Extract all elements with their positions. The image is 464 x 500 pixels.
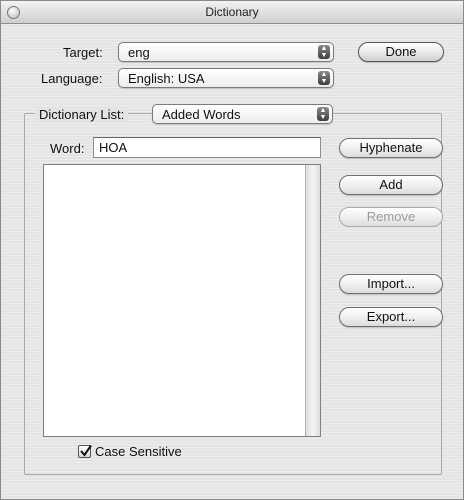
target-value: eng [128,45,150,60]
word-label: Word: [50,141,85,156]
export-button[interactable]: Export... [339,307,443,327]
popup-arrows-icon: ▲ ▼ [318,71,330,85]
done-button[interactable]: Done [358,42,444,62]
word-value: HOA [99,140,128,155]
dictionary-list-label: Dictionary List: [35,107,129,122]
remove-button[interactable]: Remove [339,207,443,227]
import-button[interactable]: Import... [339,274,443,294]
add-button[interactable]: Add [339,175,443,195]
dictionary-list-popup[interactable]: Added Words ▲ ▼ [152,104,333,124]
case-sensitive-checkbox[interactable] [78,444,92,458]
language-popup[interactable]: English: USA ▲ ▼ [118,68,334,88]
case-sensitive-label[interactable]: Case Sensitive [95,444,182,459]
target-popup[interactable]: eng ▲ ▼ [118,42,334,62]
popup-arrows-icon: ▲ ▼ [317,107,329,121]
word-list[interactable] [43,164,321,437]
title-bar[interactable]: Dictionary [1,1,463,24]
word-list-scrollbar[interactable] [305,165,320,436]
dictionary-list-value: Added Words [162,107,241,122]
dictionary-window: Dictionary Target: eng ▲ ▼ Done Language:… [0,0,464,500]
language-label: Language: [41,71,103,86]
checkmark-icon [80,444,92,457]
hyphenate-button[interactable]: Hyphenate [339,138,443,158]
language-value: English: USA [128,71,205,86]
popup-arrows-icon: ▲ ▼ [318,45,330,59]
target-label: Target: [63,45,103,60]
window-title: Dictionary [205,5,259,19]
word-field[interactable]: HOA [93,137,321,158]
